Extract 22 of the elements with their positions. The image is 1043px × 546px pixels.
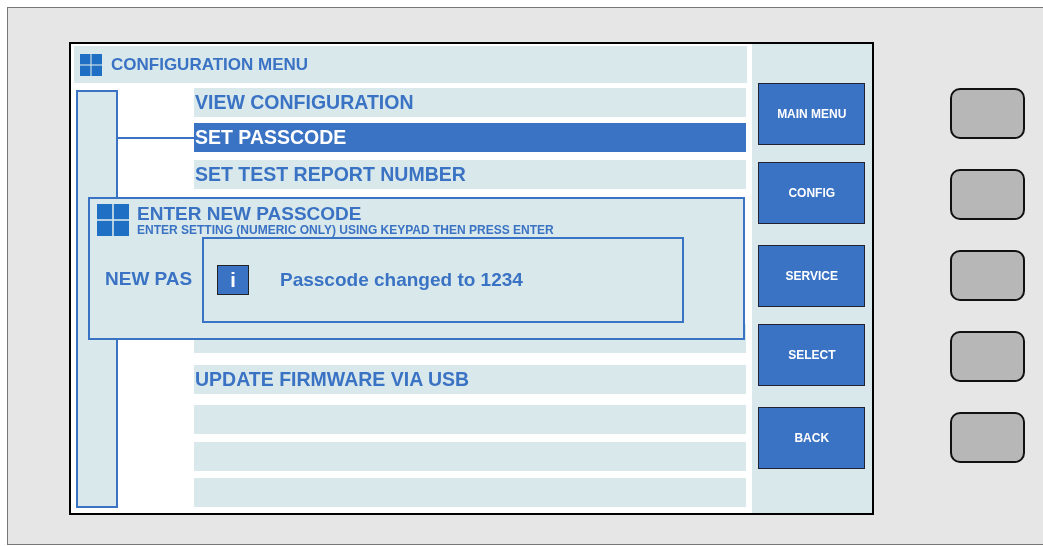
- grid-icon: [80, 53, 102, 76]
- dialog-instructions: ENTER SETTING (NUMERIC ONLY) USING KEYPAD THEN PRESS ENTER: [137, 224, 554, 236]
- info-icon: i: [217, 265, 249, 295]
- menu-title: CONFIGURATION MENU: [111, 53, 309, 76]
- menu-item[interactable]: SET PASSCODE: [194, 123, 746, 152]
- field-label: NEW PAS: [105, 267, 193, 291]
- hardware-key[interactable]: [950, 331, 1025, 382]
- message-text: Passcode changed to 1234: [280, 267, 523, 292]
- soft-key-button[interactable]: SERVICE: [758, 245, 866, 307]
- menu-item[interactable]: SET TEST REPORT NUMBER: [194, 160, 746, 189]
- hardware-key[interactable]: [950, 250, 1025, 301]
- hardware-key[interactable]: [950, 169, 1025, 220]
- soft-key-button[interactable]: BACK: [758, 407, 866, 469]
- menu-item[interactable]: VIEW CONFIGURATION: [194, 88, 746, 117]
- soft-key-button[interactable]: CONFIG: [758, 162, 866, 224]
- soft-key-button[interactable]: MAIN MENU: [758, 83, 866, 145]
- soft-key-button[interactable]: SELECT: [758, 324, 866, 386]
- hardware-key[interactable]: [950, 88, 1025, 139]
- hardware-key[interactable]: [950, 412, 1025, 463]
- menu-item[interactable]: UPDATE FIRMWARE VIA USB: [194, 365, 746, 394]
- grid-icon: [97, 204, 129, 236]
- dialog-title: ENTER NEW PASSCODE: [137, 204, 363, 224]
